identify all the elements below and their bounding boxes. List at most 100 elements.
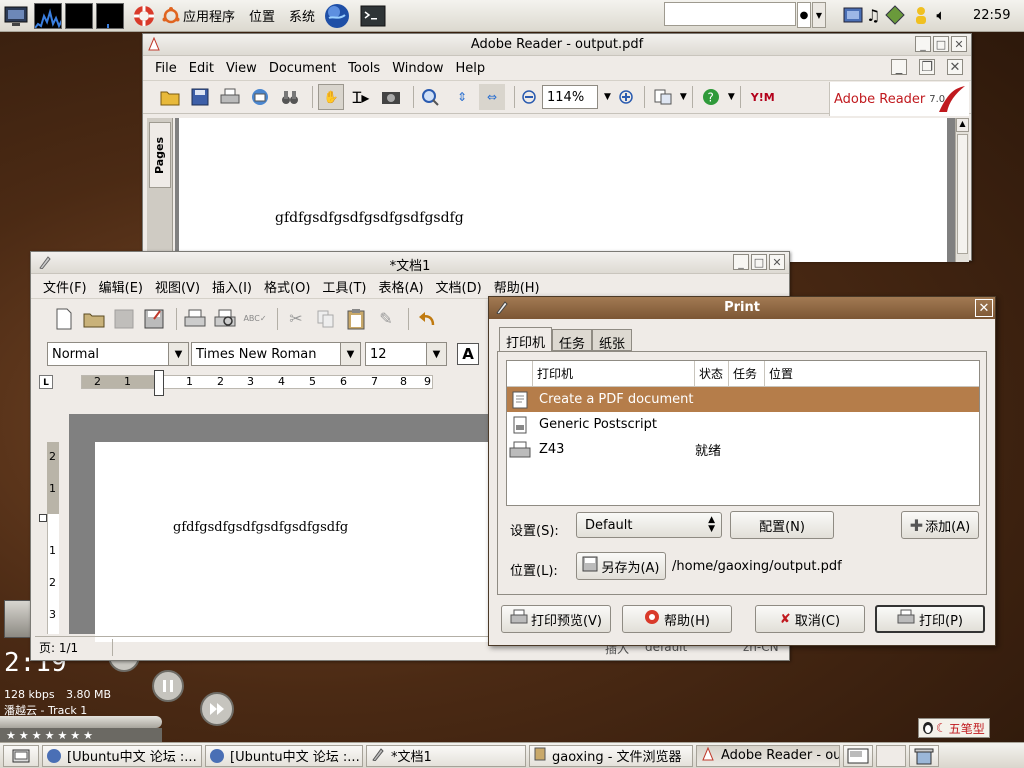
writer-menu-format[interactable]: 格式(O) xyxy=(264,277,310,296)
terminal-icon[interactable] xyxy=(359,3,387,29)
tray-user-icon[interactable] xyxy=(910,4,932,26)
reader-menu-document[interactable]: Document xyxy=(269,61,336,76)
writer-close-button[interactable]: ✕ xyxy=(769,254,785,270)
binoculars-search-icon[interactable] xyxy=(277,84,303,110)
font-name-combo[interactable]: Times New Roman ▼ xyxy=(191,342,361,366)
zoom-in-button[interactable] xyxy=(617,84,635,110)
column-jobs[interactable]: 任务 xyxy=(729,360,765,387)
cancel-button[interactable]: ✘ 取消(C) xyxy=(755,605,865,633)
reader-menu-view[interactable]: View xyxy=(226,61,257,76)
writer-menu-help[interactable]: 帮助(H) xyxy=(494,277,540,296)
reader-maximize-button[interactable]: □ xyxy=(933,36,949,52)
vertical-margin-marker[interactable] xyxy=(39,514,47,522)
zoom-out-button[interactable] xyxy=(520,84,538,110)
select-text-tool-icon[interactable]: Ɪ▸ xyxy=(348,84,374,110)
email-icon[interactable] xyxy=(247,84,273,110)
writer-menu-document[interactable]: 文档(D) xyxy=(436,277,482,296)
chevron-down-icon[interactable]: ▼ xyxy=(426,343,446,365)
reader-doc-minimize-button[interactable]: _ xyxy=(891,59,907,75)
copy-icon[interactable] xyxy=(313,306,339,332)
reader-titlebar[interactable]: Adobe Reader - output.pdf _ □ ✕ xyxy=(143,34,971,56)
chevron-down-icon[interactable]: ▼ xyxy=(340,343,360,365)
tray-network-icon[interactable] xyxy=(842,4,864,26)
horizontal-ruler[interactable]: 2 1 1 2 3 4 5 6 7 8 9 xyxy=(81,370,433,396)
system-menu[interactable]: 系统 xyxy=(289,6,315,25)
trash-icon[interactable] xyxy=(909,744,939,767)
tray-music-icon[interactable]: ♫ xyxy=(866,6,880,25)
writer-menu-edit[interactable]: 编辑(E) xyxy=(99,277,143,296)
taskbar-item[interactable]: gaoxing - 文件浏览器 xyxy=(529,744,693,767)
show-desktop-button[interactable] xyxy=(3,744,39,767)
reader-close-button[interactable]: ✕ xyxy=(951,36,967,52)
reader-menu-edit[interactable]: Edit xyxy=(189,61,214,76)
save-disk-icon[interactable] xyxy=(111,306,137,332)
add-printer-button[interactable]: ✚ 添加(A) xyxy=(901,511,979,539)
memory-monitor-icon[interactable] xyxy=(65,2,93,29)
player-seekbar[interactable] xyxy=(0,716,162,728)
print-preview-icon[interactable] xyxy=(212,306,238,332)
writer-minimize-button[interactable]: _ xyxy=(733,254,749,270)
reader-scroll-thumb[interactable] xyxy=(957,134,968,254)
paste-clipboard-icon[interactable] xyxy=(343,306,369,332)
reader-menu-file[interactable]: File xyxy=(155,61,177,76)
save-disk-icon[interactable] xyxy=(187,84,213,110)
tab-job[interactable]: 任务 xyxy=(552,329,593,352)
snapshot-camera-icon[interactable] xyxy=(378,84,404,110)
panel-clock[interactable]: 22:59 xyxy=(973,8,1010,23)
undo-arrow-icon[interactable] xyxy=(414,306,440,332)
paragraph-style-combo[interactable]: Normal ▼ xyxy=(47,342,189,366)
printer-list[interactable]: 打印机 状态 任务 位置 Create a PDF document Gener… xyxy=(506,360,980,506)
reader-doc-close-button[interactable]: ✕ xyxy=(947,59,963,75)
settings-combo[interactable]: Default ▲ ▼ xyxy=(576,512,722,538)
writer-titlebar[interactable]: *文档1 _ □ ✕ xyxy=(31,252,789,274)
reader-minimize-button[interactable]: _ xyxy=(915,36,931,52)
vertical-ruler[interactable]: 2 1 1 2 3 xyxy=(39,442,61,634)
print-dialog-close-button[interactable]: ✕ xyxy=(975,299,993,317)
font-size-combo[interactable]: 12 ▼ xyxy=(365,342,447,366)
column-location[interactable]: 位置 xyxy=(765,365,793,382)
reader-menu-window[interactable]: Window xyxy=(392,61,443,76)
panel-search-box[interactable] xyxy=(664,2,796,26)
cut-scissors-icon[interactable]: ✂ xyxy=(283,306,309,332)
panel-dropdown-icon[interactable]: ▼ xyxy=(812,2,826,28)
new-document-icon[interactable] xyxy=(51,306,77,332)
help-lifebuoy-icon[interactable] xyxy=(130,3,158,29)
panel-dot-icon[interactable]: ● xyxy=(797,2,811,28)
player-next-button[interactable] xyxy=(200,692,234,726)
printer-row[interactable]: Create a PDF document xyxy=(507,387,979,412)
workspace-switcher-2[interactable] xyxy=(876,744,906,767)
writer-menu-insert[interactable]: 插入(I) xyxy=(212,277,252,296)
writer-maximize-button[interactable]: □ xyxy=(751,254,767,270)
configure-button[interactable]: 配置(N) xyxy=(730,511,834,539)
tab-stop-selector[interactable]: L xyxy=(39,375,53,389)
print-preview-button[interactable]: 打印预览(V) xyxy=(501,605,611,633)
rotate-view-icon[interactable] xyxy=(650,84,676,110)
open-folder-icon[interactable] xyxy=(157,84,183,110)
reader-doc-restore-button[interactable]: ❐ xyxy=(919,59,935,75)
help-icon[interactable]: ? xyxy=(698,84,724,110)
taskbar-item[interactable]: *文档1 xyxy=(366,744,526,767)
format-paintbrush-icon[interactable]: ✎ xyxy=(373,306,399,332)
rotate-dropdown-icon[interactable]: ▼ xyxy=(680,92,687,102)
player-rating-stars[interactable]: ★★★★★★★ xyxy=(0,728,162,742)
player-pause-button[interactable] xyxy=(152,670,184,702)
tray-update-icon[interactable] xyxy=(884,4,906,26)
yahoo-search-icon[interactable]: Y!M xyxy=(746,84,780,110)
reader-menu-help[interactable]: Help xyxy=(455,61,485,76)
show-desktop-icon[interactable] xyxy=(3,3,31,29)
open-folder-icon[interactable] xyxy=(81,306,107,332)
network-monitor-icon[interactable] xyxy=(96,2,124,29)
tab-paper[interactable]: 纸张 xyxy=(592,329,633,352)
writer-menu-view[interactable]: 视图(V) xyxy=(155,277,200,296)
places-menu[interactable]: 位置 xyxy=(249,6,275,25)
print-button[interactable]: 打印(P) xyxy=(875,605,985,633)
bold-button[interactable]: A xyxy=(457,343,479,365)
web-browser-icon[interactable] xyxy=(323,3,351,29)
save-as-icon[interactable] xyxy=(141,306,167,332)
indent-marker[interactable] xyxy=(154,370,164,396)
zoom-dropdown-icon[interactable]: ▼ xyxy=(604,92,611,102)
chevron-down-icon[interactable]: ▼ xyxy=(168,343,188,365)
print-icon[interactable] xyxy=(182,306,208,332)
hand-tool-icon[interactable]: ✋ xyxy=(318,84,344,110)
reader-menu-tools[interactable]: Tools xyxy=(348,61,380,76)
